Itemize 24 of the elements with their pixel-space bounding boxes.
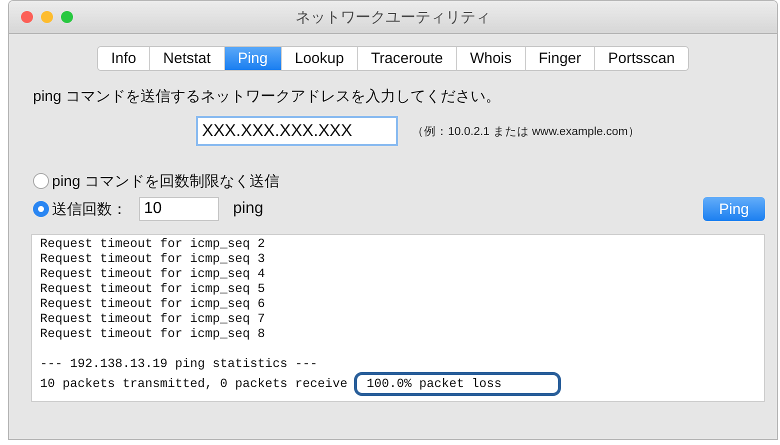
count-field[interactable]: 10 [139,197,219,221]
output-line: Request timeout for icmp_seq 4 [40,267,266,282]
output-line: --- 192.138.13.19 ping statistics --- [40,357,319,372]
zoom-icon[interactable] [61,11,73,23]
example-hint: （例：10.0.2.1 または www.example.com） [412,124,640,138]
minimize-icon[interactable] [41,11,53,23]
radio-button[interactable] [33,173,49,189]
output-line: Request timeout for icmp_seq 6 [40,297,266,312]
radio-label: 送信回数： [52,200,127,218]
close-icon[interactable] [21,11,33,23]
output-line: Request timeout for icmp_seq 2 [40,237,266,252]
unit-label: ping [233,200,264,218]
address-field[interactable]: XXX.XXX.XXX.XXX [196,116,398,146]
highlight-callout: 100.0% packet loss [354,372,561,396]
output-line: 10 packets transmitted, 0 packets receive [40,376,348,392]
radio-label: ping コマンドを回数制限なく送信 [52,172,280,190]
window-title: ネットワークユーティリティ [296,8,490,26]
output-line: Request timeout for icmp_seq 3 [40,252,266,267]
output-line: Request timeout for icmp_seq 7 [40,312,266,327]
tab[interactable]: Info [98,47,150,70]
radio-button[interactable] [33,201,49,217]
output-line: Request timeout for icmp_seq 8 [40,327,266,342]
instruction-text: ping コマンドを送信するネットワークアドレスを入力してください。 [33,87,502,106]
output-line: Request timeout for icmp_seq 5 [40,282,266,297]
